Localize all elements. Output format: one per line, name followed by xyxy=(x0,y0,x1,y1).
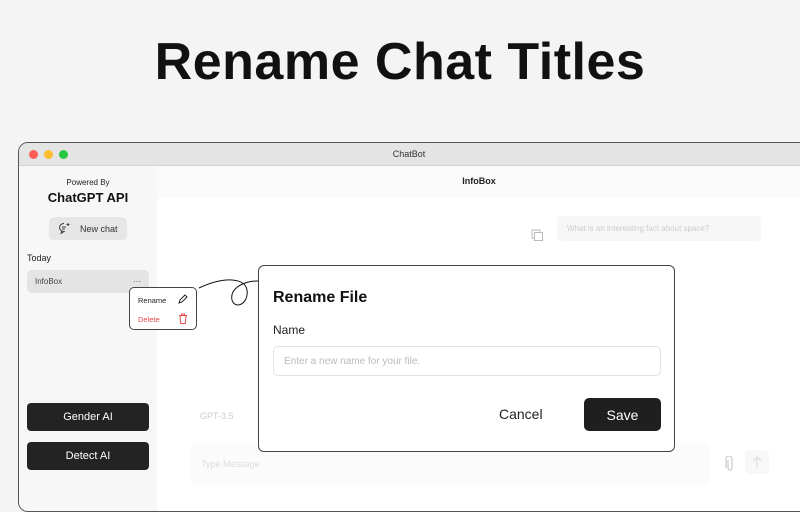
api-name: ChatGPT API xyxy=(47,190,129,205)
gender-ai-button[interactable]: Gender AI xyxy=(27,403,149,431)
detect-ai-button[interactable]: Detect AI xyxy=(27,442,149,470)
new-chat-label: New chat xyxy=(80,223,118,234)
dialog-title: Rename File xyxy=(273,289,368,306)
new-chat-button[interactable]: New chat xyxy=(49,217,127,240)
delete-label: Delete xyxy=(138,315,160,324)
rename-label: Rename xyxy=(138,295,167,305)
chat-plus-icon xyxy=(58,222,71,236)
trash-icon xyxy=(178,313,188,326)
more-icon[interactable]: ··· xyxy=(133,277,141,286)
paperclip-icon[interactable] xyxy=(725,455,735,477)
name-input[interactable]: Enter a new name for your file. xyxy=(273,346,661,376)
chat-item-label: InfoBox xyxy=(35,277,63,286)
save-button[interactable]: Save xyxy=(584,398,661,431)
hero-title: Rename Chat Titles xyxy=(154,33,646,91)
user-message: What is an interesting fact about space? xyxy=(557,216,761,241)
window-title: ChatBot xyxy=(392,149,426,159)
context-menu: Rename Delete xyxy=(129,287,197,330)
rename-menu-item[interactable]: Rename xyxy=(138,294,188,306)
send-button[interactable] xyxy=(745,450,769,474)
chat-header: InfoBox xyxy=(462,176,496,186)
powered-by: Powered By xyxy=(66,178,110,187)
copy-icon[interactable] xyxy=(531,228,543,246)
rename-dialog: Rename File Name Enter a new name for yo… xyxy=(258,265,675,452)
delete-menu-item[interactable]: Delete xyxy=(138,313,188,326)
pencil-icon xyxy=(178,294,188,306)
sidebar: Powered By ChatGPT API New chat Today In… xyxy=(19,166,157,511)
model-selector[interactable]: GPT-3.5 xyxy=(191,403,261,429)
title-bar: ChatBot xyxy=(19,143,800,166)
name-label: Name xyxy=(273,323,306,337)
cancel-button[interactable]: Cancel xyxy=(499,406,543,422)
section-today: Today xyxy=(27,253,52,263)
